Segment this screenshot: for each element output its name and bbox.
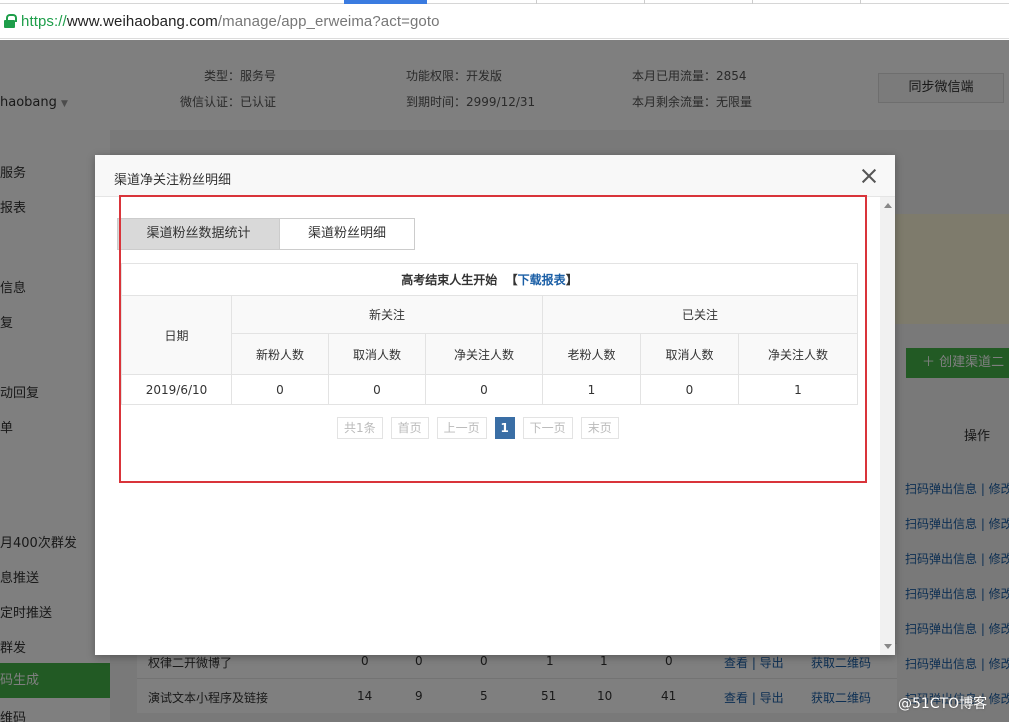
dialog-title: 渠道净关注粉丝明细 bbox=[114, 173, 232, 188]
url-scheme: https:// bbox=[21, 12, 67, 30]
fans-detail-dialog: 渠道净关注粉丝明细 渠道粉丝数据统计 渠道粉丝明细 高考结束人生开始 【下载报表… bbox=[95, 155, 895, 655]
address-bar[interactable]: https://www.weihaobang.com/manage/app_er… bbox=[0, 4, 1009, 39]
highlight-annotation bbox=[119, 195, 867, 483]
url-host: www.weihaobang.com bbox=[66, 12, 218, 30]
scroll-up-icon[interactable] bbox=[884, 203, 892, 208]
dialog-scrollbar[interactable] bbox=[880, 197, 895, 655]
lock-icon bbox=[3, 13, 17, 29]
scroll-down-icon[interactable] bbox=[884, 644, 892, 649]
url-text[interactable]: https://www.weihaobang.com/manage/app_er… bbox=[21, 13, 440, 30]
url-path: /manage/app_erweima?act=goto bbox=[217, 12, 440, 30]
close-icon[interactable] bbox=[861, 168, 877, 184]
dialog-header: 渠道净关注粉丝明细 bbox=[95, 155, 895, 197]
watermark: @51CTO博客 bbox=[898, 696, 988, 712]
